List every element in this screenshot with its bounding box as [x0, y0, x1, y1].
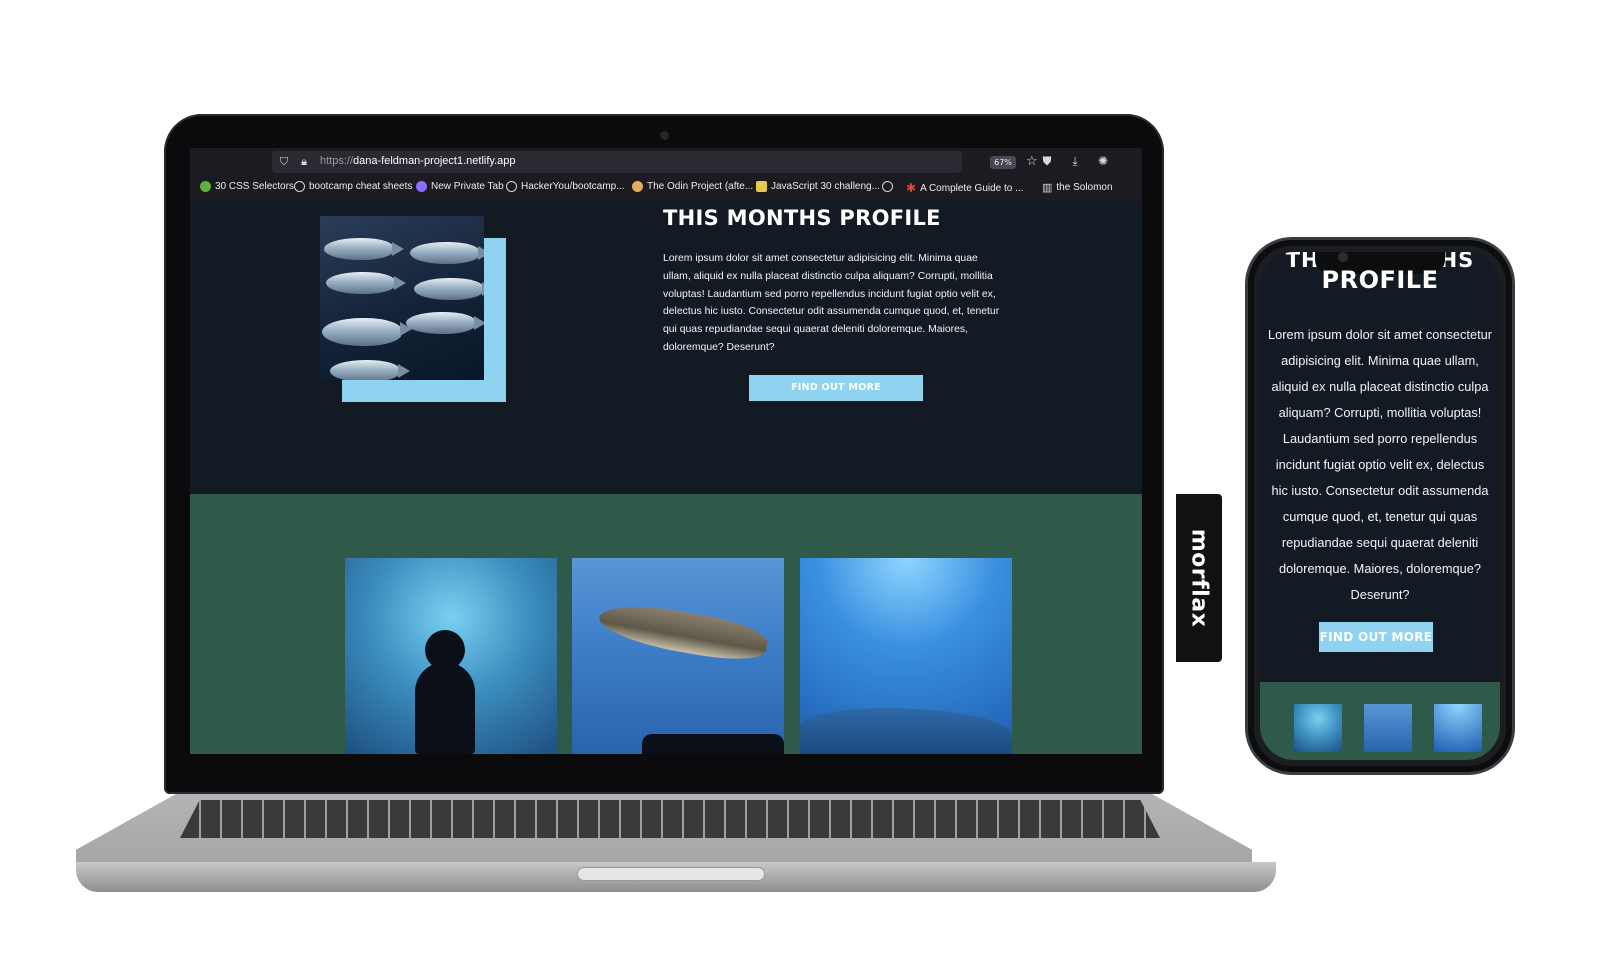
morflax-label: morflax — [1186, 528, 1212, 628]
bookmark-label: A Complete Guide to ... — [920, 182, 1024, 194]
reef-rocks-shape — [800, 708, 1012, 754]
bookmark-label: New Private Tab — [431, 181, 504, 192]
laptop-keyboard — [180, 800, 1160, 838]
zoom-badge[interactable]: 67% — [990, 156, 1016, 169]
url-host: dana-feldman-project1.netlify.app — [353, 155, 516, 167]
profile-description: Lorem ipsum dolor sit amet consectetur a… — [663, 253, 1000, 353]
js30-icon — [756, 181, 767, 192]
asterisk-icon: ✱ — [906, 181, 917, 195]
profile-section: THIS MONTHS PROFILE Lorem ipsum dolor si… — [190, 200, 1142, 494]
bookmark-item[interactable]: New Private Tab — [416, 181, 504, 192]
url-bar[interactable]: ⛉ 🔒︎ https://dana-feldman-project1.netli… — [272, 151, 1038, 173]
fish-shape — [406, 312, 484, 334]
bookmark-item[interactable]: 30 CSS Selectors — [200, 181, 294, 192]
child-silhouette-body — [415, 662, 475, 754]
aquarium-child-image — [345, 558, 557, 754]
laptop-screen: ⛉ 🔒︎ https://dana-feldman-project1.netli… — [190, 148, 1142, 754]
page-title: THIS MONTHS PROFILE — [663, 206, 941, 230]
fish-shape — [326, 272, 406, 294]
github-icon — [882, 181, 893, 192]
whale-shark-shape — [595, 597, 771, 667]
mobile-aquarium-child-thumb — [1294, 704, 1342, 752]
morflax-side-tab: morflax — [1176, 494, 1222, 662]
bookmark-item[interactable] — [882, 181, 897, 192]
crowd-silhouette — [642, 734, 784, 754]
phone-screen: TH HS PROFILE Lorem ipsum dolor sit amet … — [1260, 252, 1500, 760]
fish-school-image — [320, 216, 484, 380]
bookmark-star-icon[interactable]: ☆ — [1026, 154, 1038, 169]
bookmark-label: 30 CSS Selectors — [215, 181, 294, 192]
shield-icon[interactable]: ⛉ — [278, 155, 290, 169]
github-icon — [506, 181, 517, 192]
fish-shape — [322, 318, 412, 346]
bookmark-item[interactable]: ✱ A Complete Guide to ... — [906, 181, 1023, 195]
whale-shark-image — [572, 558, 784, 754]
bookmark-item[interactable]: The Odin Project (afte... — [632, 181, 753, 192]
fish-shape — [414, 278, 484, 300]
extension-gear-icon[interactable]: ✺ — [1096, 154, 1110, 168]
private-mask-icon — [416, 181, 427, 192]
github-icon — [294, 181, 305, 192]
bookmarks-bar: 30 CSS Selectors bootcamp cheat sheets N… — [190, 176, 1142, 201]
fish-shape — [410, 242, 484, 264]
url-text[interactable]: https://dana-feldman-project1.netlify.ap… — [320, 155, 515, 167]
lock-icon[interactable]: 🔒︎ — [298, 155, 310, 169]
mobile-gallery-section — [1260, 682, 1500, 760]
bookmark-label: JavaScript 30 challeng... — [771, 181, 880, 192]
bookmark-label: the Solomon — [1056, 182, 1113, 193]
bookmark-page-icon: ▥ — [1042, 182, 1053, 194]
bookmark-item[interactable]: JavaScript 30 challeng... — [756, 181, 880, 192]
gallery-section — [190, 494, 1142, 754]
fish-shape — [330, 360, 410, 380]
url-protocol: https:// — [320, 155, 354, 167]
bookmark-item[interactable]: ▥ the Solomon — [1042, 181, 1113, 194]
mobile-profile-description: Lorem ipsum dolor sit amet consectetur a… — [1267, 327, 1493, 602]
mobile-reef-tank-thumb — [1434, 704, 1482, 752]
fish-shape — [324, 238, 404, 260]
download-icon[interactable]: ⤓ — [1068, 154, 1082, 168]
bookmark-item[interactable]: bootcamp cheat sheets — [294, 181, 412, 192]
bookmark-label: HackerYou/bootcamp... — [521, 181, 625, 192]
find-out-more-button[interactable]: FIND OUT MORE — [749, 375, 923, 401]
leaf-icon — [200, 181, 211, 192]
phone-camera — [1338, 252, 1348, 262]
laptop-camera — [660, 131, 669, 140]
odin-icon — [632, 181, 643, 192]
bookmark-item[interactable]: HackerYou/bootcamp... — [506, 181, 625, 192]
laptop-lid-notch — [578, 868, 764, 880]
mobile-page-title: PROFILE — [1321, 266, 1439, 294]
bookmark-label: bootcamp cheat sheets — [309, 181, 413, 192]
mobile-whale-shark-thumb — [1364, 704, 1412, 752]
mobile-find-out-more-button[interactable]: FIND OUT MORE — [1319, 622, 1433, 652]
bookmark-label: The Odin Project (afte... — [647, 181, 754, 192]
pocket-icon[interactable]: ⛊ — [1040, 154, 1054, 168]
reef-tank-image — [800, 558, 1012, 754]
browser-toolbar: ⛉ 🔒︎ https://dana-feldman-project1.netli… — [190, 148, 1142, 176]
